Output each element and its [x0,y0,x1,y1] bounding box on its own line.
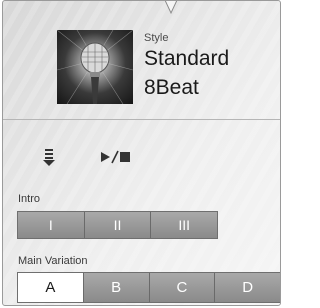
microphone-icon [57,30,133,104]
main-variation-label: Main Variation [18,255,88,267]
intro-button-2[interactable]: II [84,212,152,238]
intro-button-1[interactable]: I [18,212,85,238]
play-stop-button[interactable] [99,149,135,165]
style-name-line2: 8Beat [144,76,199,99]
main-variation-button-c[interactable]: C [149,273,216,302]
style-thumbnail[interactable] [57,30,133,104]
load-button[interactable] [41,148,57,166]
style-panel: Style Standard 8Beat Intro I II III Main… [2,0,281,306]
intro-button-group: I II III [17,211,218,239]
intro-label: Intro [18,193,41,205]
main-variation-button-a[interactable]: A [18,273,84,302]
main-variation-button-group: A B C D [17,272,280,303]
style-info-area: Style Standard 8Beat [3,1,280,120]
play-stop-icon [101,150,130,164]
main-variation-button-d[interactable]: D [215,273,280,302]
intro-button-3[interactable]: III [151,212,217,238]
style-name-line1: Standard [144,47,230,70]
main-variation-button-b[interactable]: B [83,273,150,302]
style-label: Style [144,32,169,44]
load-down-arrow-icon [43,149,55,166]
